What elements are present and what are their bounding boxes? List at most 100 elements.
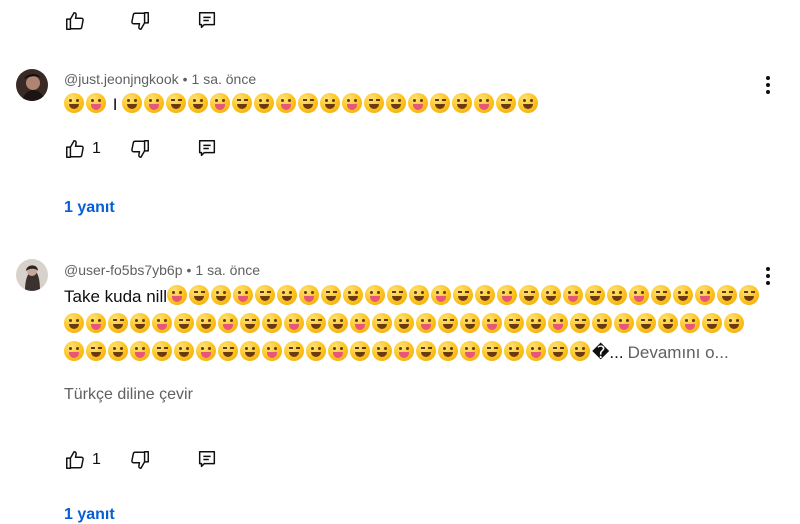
emoji [108,313,128,333]
emoji [144,93,165,113]
emoji [394,341,414,361]
emoji [430,93,451,113]
emoji [328,313,348,333]
thumbs-down-icon [129,10,151,32]
emoji [364,93,385,113]
like-button[interactable] [64,10,129,32]
emoji [658,313,678,333]
emoji [496,93,517,113]
like-count: 1 [92,451,101,468]
emoji [452,93,473,113]
timestamp: 1 sa. önce [195,262,261,278]
emoji [460,341,480,361]
thumbs-up-icon [64,10,86,32]
emoji [526,313,546,333]
emoji [343,285,364,305]
emoji [350,341,370,361]
emoji [504,313,524,333]
comment-1-actions: 1 [64,137,218,161]
emoji [262,313,282,333]
emoji [585,285,606,305]
reply-comment-icon [196,449,218,471]
emoji [64,313,84,333]
emoji [188,93,209,113]
emoji [284,313,304,333]
emoji [306,313,326,333]
emoji [86,341,106,361]
emoji [409,285,430,305]
reply-button[interactable] [196,138,218,160]
emoji [86,93,106,113]
emoji [386,93,407,113]
reply-comment-icon [196,138,218,160]
emoji [570,313,590,333]
emoji [276,93,297,113]
translate-link[interactable]: Türkçe diline çevir [64,386,193,404]
emoji [240,313,260,333]
emoji [592,313,612,333]
emoji [636,313,656,333]
emoji [232,93,253,113]
emoji [372,341,392,361]
comment-text: I [64,91,764,119]
emoji [108,341,128,361]
emoji [218,313,238,333]
emoji [166,93,187,113]
comment-text: Take kuda nill �... Devamını o... [64,283,764,367]
emoji [453,285,474,305]
emoji [130,341,150,361]
avatar[interactable] [16,259,48,291]
emoji [174,341,194,361]
truncation-mark: �... [592,343,624,362]
dislike-button[interactable] [129,138,196,160]
like-button[interactable]: 1 [64,449,129,471]
emoji [64,93,84,113]
emoji [724,313,744,333]
previous-comment-actions [64,9,218,33]
emoji [321,285,342,305]
separator-dot: • [182,71,188,87]
comment-2-actions: 1 [64,448,218,472]
emoji [240,341,260,361]
emoji [629,285,650,305]
emoji [570,341,590,361]
emoji [342,93,363,113]
thumbs-up-icon [64,449,86,471]
reply-button[interactable] [196,449,218,471]
dislike-button[interactable] [129,449,196,471]
emoji [526,341,546,361]
dislike-button[interactable] [129,10,196,32]
avatar-image [16,259,48,291]
emoji [218,341,238,361]
emoji [254,93,275,113]
reply-button[interactable] [196,10,218,32]
emoji [504,341,524,361]
emoji [548,313,568,333]
view-replies-link[interactable]: 1 yanıt [64,199,115,217]
author-name[interactable]: @just.jeonjngkook [64,71,179,87]
emoji [152,341,172,361]
like-button[interactable]: 1 [64,138,129,160]
emoji [394,313,414,333]
emoji [167,285,188,305]
emoji [695,285,716,305]
author-name[interactable]: @user-fo5bs7yb6p [64,262,183,278]
emoji [277,285,298,305]
emoji [387,285,408,305]
show-more-link[interactable]: Devamını o... [628,343,729,362]
emoji [614,313,634,333]
emoji [365,285,386,305]
emoji [372,313,392,333]
emoji [122,93,143,113]
timestamp: 1 sa. önce [191,71,257,87]
avatar[interactable] [16,69,48,101]
emoji [174,313,194,333]
emoji [482,341,502,361]
emoji [680,313,700,333]
view-replies-link[interactable]: 1 yanıt [64,506,115,524]
emoji [196,313,216,333]
reply-comment-icon [196,10,218,32]
emoji [460,313,480,333]
emoji [189,285,210,305]
emoji [196,341,216,361]
